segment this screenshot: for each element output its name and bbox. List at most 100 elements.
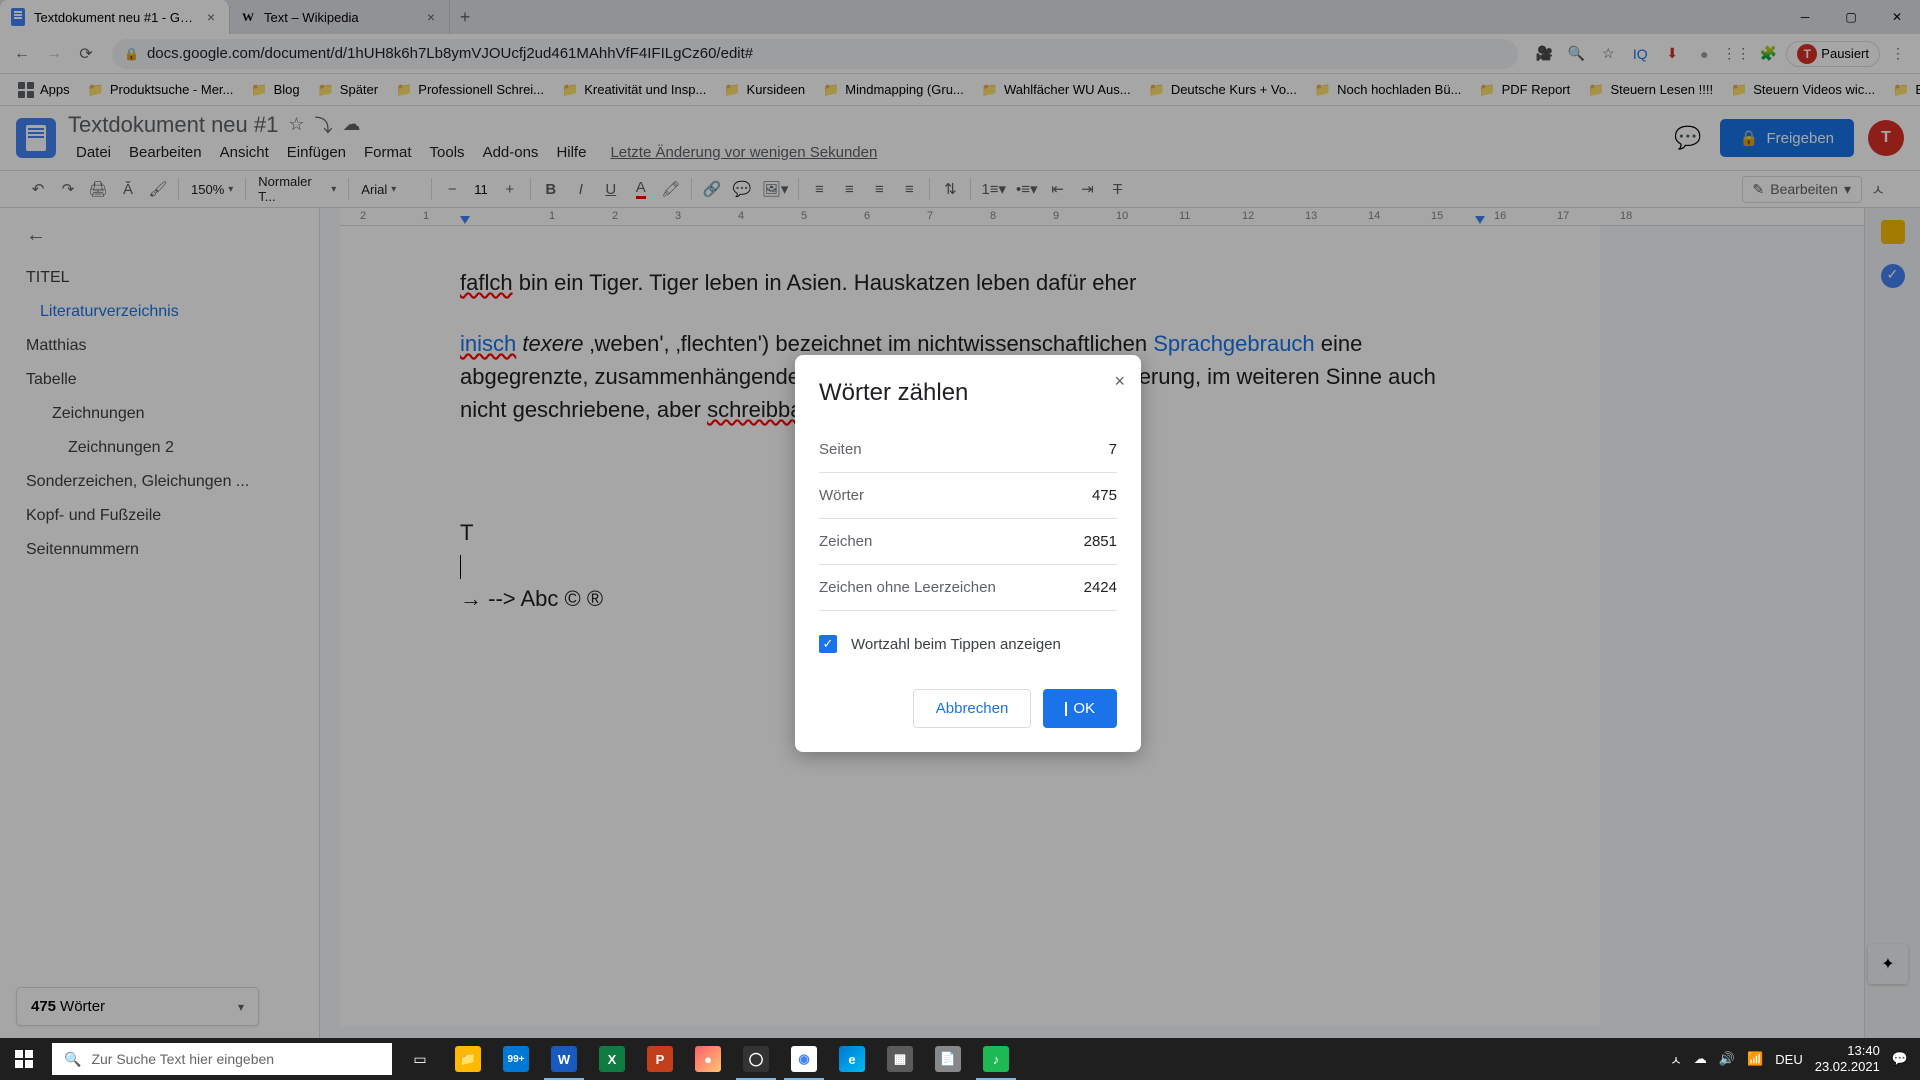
increase-indent-button[interactable]: ⇥: [1074, 175, 1102, 203]
line-spacing-button[interactable]: ⇅: [936, 175, 964, 203]
collapse-toolbar-button[interactable]: ㅅ: [1864, 175, 1892, 203]
bullet-list-button[interactable]: •≡▾: [1012, 175, 1042, 203]
align-justify-button[interactable]: ≡: [895, 175, 923, 203]
image-button[interactable]: 🖼▾: [758, 175, 793, 203]
outline-item[interactable]: Tabelle: [16, 363, 303, 397]
taskbar-chrome[interactable]: ◉: [780, 1038, 828, 1080]
font-size-increase[interactable]: +: [496, 175, 524, 203]
align-left-button[interactable]: ≡: [805, 175, 833, 203]
taskbar-search[interactable]: 🔍 Zur Suche Text hier eingeben: [52, 1043, 392, 1075]
menu-ansicht[interactable]: Ansicht: [212, 140, 277, 165]
minimize-button[interactable]: ─: [1782, 0, 1828, 34]
word-count-pill[interactable]: 475 Wörter: [16, 987, 259, 1026]
forward-button[interactable]: →: [40, 40, 68, 68]
bookmark-item[interactable]: 📁PDF Report: [1471, 78, 1578, 102]
italic-button[interactable]: I: [567, 175, 595, 203]
font-size-input[interactable]: 11: [468, 182, 494, 197]
taskbar-app[interactable]: ▦: [876, 1038, 924, 1080]
bookmark-item[interactable]: 📁Steuern Videos wic...: [1723, 78, 1883, 102]
star-icon[interactable]: ☆: [1594, 40, 1622, 68]
move-icon[interactable]: ⤵: [315, 112, 333, 138]
extension-icon[interactable]: ⬇: [1658, 40, 1686, 68]
taskbar-spotify[interactable]: ♪: [972, 1038, 1020, 1080]
reload-button[interactable]: ⟳: [72, 40, 100, 68]
document-title[interactable]: Textdokument neu #1: [68, 112, 278, 138]
taskbar-app[interactable]: ●: [684, 1038, 732, 1080]
outline-item[interactable]: Seitennummern: [16, 533, 303, 567]
menu-button[interactable]: ⋮: [1884, 40, 1912, 68]
menu-format[interactable]: Format: [356, 140, 420, 165]
taskbar-app[interactable]: ◯: [732, 1038, 780, 1080]
menu-bearbeiten[interactable]: Bearbeiten: [121, 140, 210, 165]
bookmark-item[interactable]: 📁Noch hochladen Bü...: [1307, 78, 1470, 102]
star-icon[interactable]: ☆: [288, 114, 304, 135]
bookmark-item[interactable]: 📁Produktsuche - Mer...: [80, 78, 242, 102]
user-avatar[interactable]: T: [1868, 120, 1904, 156]
tray-wifi-icon[interactable]: 📶: [1747, 1051, 1763, 1067]
taskbar-app[interactable]: 📁: [444, 1038, 492, 1080]
extension-icon[interactable]: IQ: [1626, 40, 1654, 68]
camera-icon[interactable]: 🎥: [1530, 40, 1558, 68]
taskbar-app[interactable]: W: [540, 1038, 588, 1080]
start-button[interactable]: [0, 1038, 48, 1080]
cancel-button[interactable]: Abbrechen: [913, 689, 1032, 728]
font-size-decrease[interactable]: −: [438, 175, 466, 203]
tray-clock[interactable]: 13:40 23.02.2021: [1815, 1043, 1880, 1074]
bookmark-item[interactable]: 📁Wahlfächer WU Aus...: [974, 78, 1139, 102]
new-tab-button[interactable]: +: [450, 0, 480, 34]
font-select[interactable]: Arial: [355, 182, 425, 197]
apps-button[interactable]: Apps: [10, 78, 78, 102]
maximize-button[interactable]: ▢: [1828, 0, 1874, 34]
bookmark-item[interactable]: 📁Büro: [1885, 78, 1920, 102]
menu-addons[interactable]: Add-ons: [475, 140, 547, 165]
comments-button[interactable]: 💬: [1670, 120, 1706, 156]
close-icon[interactable]: ×: [1114, 371, 1125, 392]
print-button[interactable]: 🖨: [84, 175, 112, 203]
extension-icon[interactable]: ⋮⋮: [1722, 40, 1750, 68]
task-view-button[interactable]: ▭: [396, 1038, 444, 1080]
comment-button[interactable]: 💬: [728, 175, 756, 203]
bookmark-item[interactable]: 📁Kreativität und Insp...: [554, 78, 714, 102]
underline-button[interactable]: U: [597, 175, 625, 203]
align-right-button[interactable]: ≡: [865, 175, 893, 203]
highlight-button[interactable]: 🖍: [657, 175, 685, 203]
profile-button[interactable]: T Pausiert: [1786, 41, 1880, 67]
tray-cloud-icon[interactable]: ☁: [1694, 1051, 1707, 1067]
extensions-button[interactable]: 🧩: [1754, 40, 1782, 68]
bookmark-item[interactable]: 📁Blog: [243, 78, 307, 102]
bookmark-item[interactable]: 📁Professionell Schrei...: [388, 78, 552, 102]
cloud-icon[interactable]: ☁: [343, 114, 361, 135]
menu-hilfe[interactable]: Hilfe: [548, 140, 594, 165]
horizontal-ruler[interactable]: 21123456789101112131415161718: [340, 208, 1864, 226]
redo-button[interactable]: ↷: [54, 175, 82, 203]
explore-button[interactable]: ✦: [1868, 944, 1908, 984]
decrease-indent-button[interactable]: ⇤: [1044, 175, 1072, 203]
outline-item[interactable]: TITEL: [16, 261, 303, 295]
style-select[interactable]: Normaler T...: [252, 174, 342, 204]
outline-item[interactable]: Sonderzeichen, Gleichungen ...: [16, 465, 303, 499]
tray-chevron-icon[interactable]: ㅅ: [1670, 1050, 1682, 1069]
ok-button[interactable]: OK: [1043, 689, 1117, 728]
bookmark-item[interactable]: 📁Steuern Lesen !!!!: [1580, 78, 1721, 102]
bookmark-item[interactable]: 📁Später: [310, 78, 387, 102]
zoom-icon[interactable]: 🔍: [1562, 40, 1590, 68]
tasks-icon[interactable]: [1881, 264, 1905, 288]
taskbar-app[interactable]: 99+: [492, 1038, 540, 1080]
tray-notifications-icon[interactable]: 💬: [1892, 1051, 1908, 1067]
docs-logo[interactable]: [16, 118, 56, 158]
text-color-button[interactable]: A: [627, 175, 655, 203]
menu-datei[interactable]: Datei: [68, 140, 119, 165]
bookmark-item[interactable]: 📁Mindmapping (Gru...: [815, 78, 972, 102]
last-edit-link[interactable]: Letzte Änderung vor wenigen Sekunden: [602, 140, 885, 165]
close-icon[interactable]: ×: [423, 9, 439, 25]
outline-item[interactable]: Zeichnungen: [16, 397, 303, 431]
bookmark-item[interactable]: 📁Kursideen: [716, 78, 813, 102]
tray-volume-icon[interactable]: 🔊: [1719, 1051, 1735, 1067]
back-button[interactable]: ←: [8, 40, 36, 68]
share-button[interactable]: 🔒 Freigeben: [1720, 119, 1854, 157]
outline-item[interactable]: Literaturverzeichnis: [16, 295, 303, 329]
address-bar[interactable]: 🔒 docs.google.com/document/d/1hUH8k6h7Lb…: [112, 39, 1518, 69]
bookmark-item[interactable]: 📁Deutsche Kurs + Vo...: [1141, 78, 1305, 102]
outline-item[interactable]: Matthias: [16, 329, 303, 363]
taskbar-app[interactable]: X: [588, 1038, 636, 1080]
